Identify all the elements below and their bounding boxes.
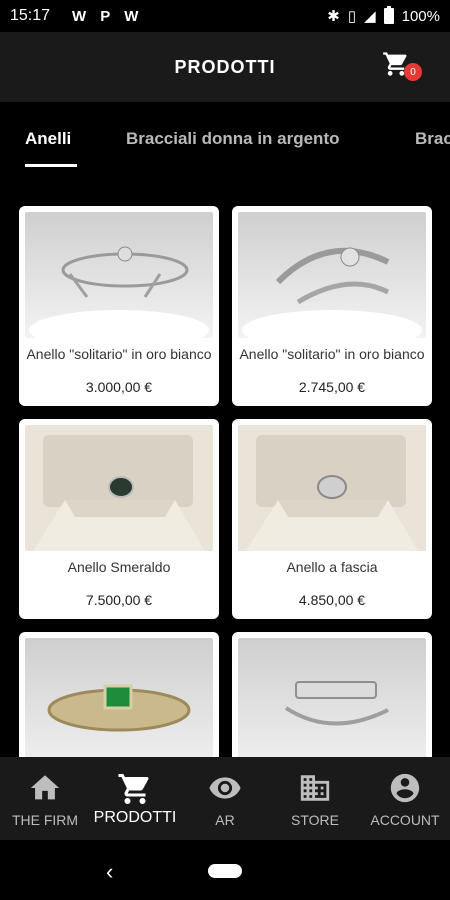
tab-anelli[interactable]: Anelli bbox=[25, 129, 71, 149]
nav-label-prodotti: PRODOTTI bbox=[93, 809, 177, 826]
account-icon bbox=[390, 773, 420, 803]
product-card[interactable]: Anello "solitario" in oro bianco 2.745,0… bbox=[232, 206, 432, 406]
home-icon bbox=[30, 775, 60, 800]
product-grid: Anello "solitario" in oro bianco 3.000,0… bbox=[0, 172, 450, 757]
active-tab-indicator bbox=[25, 164, 77, 167]
product-image bbox=[238, 638, 426, 757]
nav-item-ar[interactable]: AR bbox=[180, 757, 270, 840]
notification-w-icon: W bbox=[72, 7, 87, 25]
battery-icon bbox=[383, 6, 394, 24]
product-name: Anello Smeraldo bbox=[67, 559, 171, 575]
product-image bbox=[25, 425, 213, 551]
nav-label-the-firm: THE FIRM bbox=[11, 812, 79, 828]
cart-button[interactable]: 0 bbox=[382, 49, 422, 83]
vibrate-icon: ▯ bbox=[347, 8, 357, 25]
cart-count-badge: 0 bbox=[404, 63, 422, 81]
category-tabs: Anelli Bracciali donna in argento Brac bbox=[0, 102, 450, 172]
home-pill[interactable] bbox=[208, 864, 242, 878]
product-image bbox=[25, 212, 213, 338]
app-header: PRODOTTI 0 bbox=[0, 32, 450, 102]
status-time: 15:17 bbox=[10, 7, 51, 24]
back-icon[interactable]: ‹ bbox=[106, 859, 113, 885]
product-price: 2.745,00 € bbox=[298, 379, 366, 395]
status-bar: 15:17 W P W ✱ ▯ ◢ 100% bbox=[0, 0, 450, 32]
nav-item-prodotti[interactable]: PRODOTTI bbox=[90, 757, 180, 840]
nav-label-store: STORE bbox=[291, 812, 339, 828]
product-card[interactable] bbox=[19, 632, 219, 757]
product-image bbox=[25, 638, 213, 757]
notification-w2-icon: W bbox=[124, 7, 139, 25]
nav-item-store[interactable]: STORE bbox=[270, 757, 360, 840]
building-icon bbox=[300, 775, 330, 801]
system-navigation-bar: ‹ bbox=[0, 840, 450, 900]
product-name: Anello "solitario" in oro bianco bbox=[239, 346, 425, 362]
page-title: PRODOTTI bbox=[174, 56, 276, 77]
battery-level: 100% bbox=[401, 7, 440, 25]
nav-label-account: ACCOUNT bbox=[370, 812, 440, 828]
product-price: 3.000,00 € bbox=[85, 379, 153, 395]
bottom-navigation: THE FIRM PRODOTTI AR STORE ACCOUNT bbox=[0, 757, 450, 840]
status-right: ✱ ▯ ◢ 100% bbox=[327, 6, 440, 25]
bluetooth-icon: ✱ bbox=[327, 8, 340, 25]
product-card[interactable]: Anello a fascia 4.850,00 € bbox=[232, 419, 432, 619]
product-price: 4.850,00 € bbox=[298, 592, 366, 608]
product-card[interactable]: Anello "solitario" in oro bianco 3.000,0… bbox=[19, 206, 219, 406]
tab-bracciali-donna[interactable]: Bracciali donna in argento bbox=[126, 129, 340, 149]
nav-label-ar: AR bbox=[215, 812, 235, 828]
eye-icon bbox=[209, 777, 241, 799]
tab-bracciali-partial[interactable]: Brac bbox=[415, 129, 450, 149]
notification-icons: W P W bbox=[72, 8, 138, 25]
product-name: Anello a fascia bbox=[286, 559, 378, 575]
product-image bbox=[238, 212, 426, 338]
product-card[interactable]: Anello Smeraldo 7.500,00 € bbox=[19, 419, 219, 619]
product-price: 7.500,00 € bbox=[85, 592, 153, 608]
signal-icon: ◢ bbox=[364, 8, 376, 25]
product-name: Anello "solitario" in oro bianco bbox=[26, 346, 212, 362]
nav-item-account[interactable]: ACCOUNT bbox=[360, 757, 450, 840]
nav-item-the-firm[interactable]: THE FIRM bbox=[0, 757, 90, 840]
cart-icon bbox=[118, 774, 149, 804]
product-card[interactable] bbox=[232, 632, 432, 757]
product-image bbox=[238, 425, 426, 551]
notification-p-icon: P bbox=[100, 7, 111, 25]
